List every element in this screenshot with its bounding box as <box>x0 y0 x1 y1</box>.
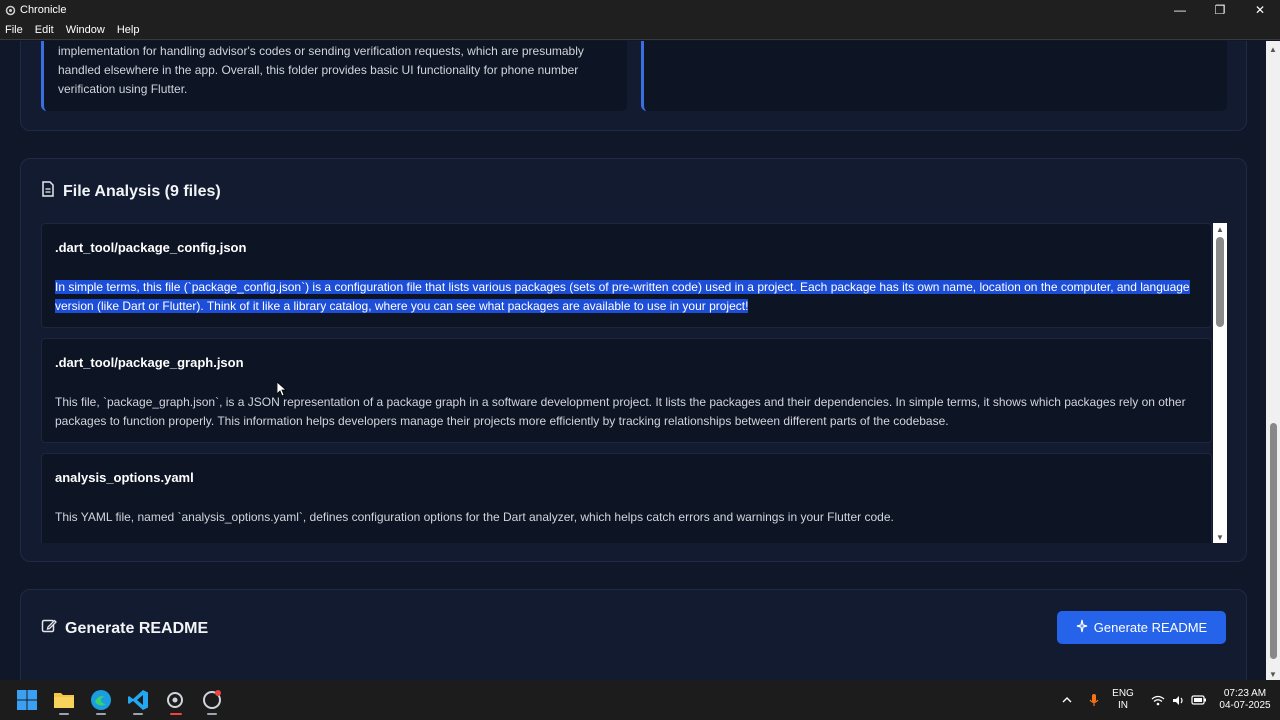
file-explorer-icon[interactable] <box>52 688 76 712</box>
file-description: This YAML file, named `analysis_options.… <box>55 510 894 524</box>
battery-icon[interactable] <box>1188 695 1210 705</box>
chevron-up-icon[interactable] <box>1054 696 1080 704</box>
folder-summary-card: implementation for handling advisor's co… <box>41 41 627 111</box>
file-description[interactable]: In simple terms, this file (`package_con… <box>55 278 1195 316</box>
menu-bar: File Edit Window Help <box>0 20 1280 40</box>
file-analysis-title: File Analysis (9 files) <box>63 182 221 200</box>
file-analysis-header: File Analysis (9 files) <box>41 181 221 202</box>
system-tray: ENG IN 07:23 AM 04-07-2025 <box>1054 680 1280 720</box>
window-title: Chronicle <box>20 4 67 16</box>
page-scroll-thumb[interactable] <box>1270 423 1277 659</box>
vscode-icon[interactable] <box>126 688 150 712</box>
file-list[interactable]: .dart_tool/package_config.json In simple… <box>41 223 1227 543</box>
file-card: .dart_tool/package_config.json In simple… <box>41 223 1212 328</box>
windows-start-icon[interactable] <box>15 688 39 712</box>
chronicle-taskbar-icon[interactable] <box>163 688 187 712</box>
edge-browser-icon[interactable] <box>89 688 113 712</box>
generate-readme-button-label: Generate README <box>1093 620 1208 635</box>
file-name: analysis_options.yaml <box>55 470 194 485</box>
folder-summary-card-empty <box>641 41 1227 111</box>
scroll-down-arrow-icon[interactable]: ▼ <box>1213 531 1227 543</box>
file-card: analysis_options.yaml This YAML file, na… <box>41 453 1212 543</box>
generate-readme-title: Generate README <box>65 619 209 637</box>
file-analysis-panel: File Analysis (9 files) .dart_tool/packa… <box>20 158 1247 562</box>
page-scroll-up-icon[interactable]: ▲ <box>1266 43 1280 55</box>
clock[interactable]: 07:23 AM 04-07-2025 <box>1210 688 1280 712</box>
menu-help[interactable]: Help <box>111 24 146 36</box>
clock-date: 04-07-2025 <box>1219 700 1271 711</box>
document-icon <box>41 181 55 202</box>
wifi-icon[interactable] <box>1148 695 1168 706</box>
main-content[interactable]: implementation for handling advisor's co… <box>0 41 1266 680</box>
file-description: This file, `package_graph.json`, is a JS… <box>55 395 1186 428</box>
minimize-button[interactable]: — <box>1160 0 1200 20</box>
selected-text[interactable]: In simple terms, this file (`package_con… <box>55 280 1190 313</box>
page-scrollbar[interactable]: ▲ ▼ <box>1266 41 1280 680</box>
mouse-cursor-icon <box>276 381 288 402</box>
page-scroll-down-icon[interactable]: ▼ <box>1266 668 1280 680</box>
region-code: IN <box>1118 700 1128 711</box>
menu-window[interactable]: Window <box>60 24 111 36</box>
scroll-up-arrow-icon[interactable]: ▲ <box>1213 223 1227 235</box>
language-indicator[interactable]: ENG IN <box>1108 688 1138 712</box>
file-name: .dart_tool/package_graph.json <box>55 355 244 370</box>
generate-readme-button[interactable]: Generate README <box>1057 611 1226 644</box>
file-list-scrollbar[interactable]: ▲ ▼ <box>1213 223 1227 543</box>
sparkle-icon <box>1076 619 1088 636</box>
edit-icon <box>41 618 57 639</box>
folder-summary-text: implementation for handling advisor's co… <box>58 44 584 96</box>
chrome-like-icon[interactable] <box>200 688 224 712</box>
generate-readme-panel: Generate README Generate README <box>20 589 1247 680</box>
generate-readme-header: Generate README <box>41 618 208 639</box>
menu-file[interactable]: File <box>0 24 29 36</box>
title-bar: Chronicle — ❐ ✕ <box>0 0 1280 20</box>
clock-time: 07:23 AM <box>1223 688 1267 699</box>
volume-icon[interactable] <box>1168 695 1188 706</box>
file-card: .dart_tool/package_graph.json This file,… <box>41 338 1212 443</box>
folder-summary-panel: implementation for handling advisor's co… <box>20 41 1247 131</box>
close-button[interactable]: ✕ <box>1240 0 1280 20</box>
microphone-icon[interactable] <box>1080 693 1108 707</box>
language-code: ENG <box>1112 688 1134 699</box>
file-list-scroll-thumb[interactable] <box>1216 237 1224 327</box>
file-name: .dart_tool/package_config.json <box>55 240 247 255</box>
taskbar: ENG IN 07:23 AM 04-07-2025 <box>0 680 1280 720</box>
menu-edit[interactable]: Edit <box>29 24 60 36</box>
chronicle-app-icon <box>4 4 16 16</box>
restore-button[interactable]: ❐ <box>1200 0 1240 20</box>
